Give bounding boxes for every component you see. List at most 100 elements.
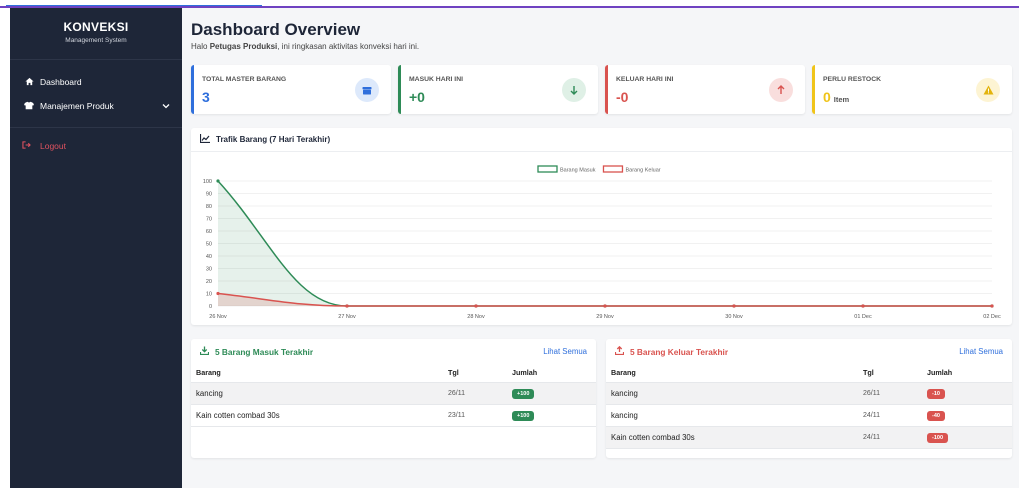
y-tick-label: 90 — [206, 192, 212, 198]
chevron-down-icon[interactable] — [162, 101, 170, 111]
stat-card-total-master-barang: TOTAL MASTER BARANG 3 — [191, 65, 391, 114]
col-jumlah: Jumlah — [507, 364, 596, 383]
table-row: kancing 26/11 -10 — [606, 382, 1012, 405]
cell-jumlah: +100 — [507, 404, 596, 427]
y-tick-label: 100 — [203, 179, 212, 185]
legend-swatch — [602, 165, 624, 173]
cell-barang: kancing — [606, 382, 858, 405]
legend-label: Barang Masuk — [560, 168, 596, 174]
col-jumlah: Jumlah — [922, 364, 1012, 383]
table-header-row: Barang Tgl Jumlah — [191, 364, 596, 383]
cell-jumlah: +100 — [507, 382, 596, 405]
cell-barang: Kain cotten combad 30s — [191, 404, 443, 427]
sidebar-nav: Dashboard Manajemen Produk — [10, 60, 182, 128]
keluar-table-header: 5 Barang Keluar Terakhir Lihat Semua — [606, 339, 1012, 364]
table-row: kancing 26/11 +100 — [191, 382, 596, 405]
keluar-table-title: 5 Barang Keluar Terakhir — [630, 346, 729, 357]
col-tgl: Tgl — [443, 364, 507, 383]
stat-unit: Item — [833, 95, 850, 104]
cell-tgl: 24/11 — [858, 404, 922, 427]
greeting-prefix: Halo — [191, 42, 208, 51]
x-tick-label: 26 Nov — [209, 314, 227, 320]
brand-title: KONVEKSI — [63, 20, 129, 34]
table-row: kancing 24/11 -40 — [606, 404, 1012, 427]
cell-jumlah: -100 — [922, 426, 1012, 449]
main-content: Dashboard Overview Halo Petugas Produksi… — [182, 8, 1019, 488]
sidebar-item-manajemen-produk[interactable]: Manajemen Produk — [10, 94, 182, 118]
logout-button[interactable]: Logout — [10, 134, 182, 158]
chart-line-icon — [199, 134, 210, 145]
cell-jumlah: -10 — [922, 382, 1012, 405]
x-tick-label: 28 Nov — [467, 314, 485, 320]
data-point — [603, 304, 607, 308]
data-point — [345, 304, 349, 308]
masuk-table-title: 5 Barang Masuk Terakhir — [215, 346, 314, 357]
quantity-badge: -100 — [927, 432, 949, 443]
x-tick-label: 02 Dec — [983, 314, 1001, 320]
page-subtitle: Halo Petugas Produksi, ini ringkasan akt… — [191, 42, 419, 51]
card-accent-bar — [605, 65, 608, 114]
chart-panel: Trafik Barang (7 Hari Terakhir) 0 10 20 30 4… — [191, 128, 1012, 325]
upload-icon — [614, 345, 625, 357]
masuk-view-all-link[interactable]: Lihat Semua — [543, 347, 587, 356]
col-barang: Barang — [191, 364, 443, 383]
stat-label: KELUAR HARI INI — [616, 76, 674, 83]
arrow-down-icon — [562, 78, 586, 102]
greeting-name: Petugas Produksi — [209, 42, 278, 51]
masuk-table-header: 5 Barang Masuk Terakhir Lihat Semua — [191, 339, 596, 364]
cell-tgl: 26/11 — [858, 382, 922, 405]
brand-subtitle: Management System — [65, 37, 127, 44]
brand: KONVEKSI Management System — [10, 8, 182, 60]
stat-label: TOTAL MASTER BARANG — [202, 76, 287, 83]
cell-tgl: 24/11 — [858, 426, 922, 449]
chart-header: Trafik Barang (7 Hari Terakhir) — [191, 128, 1012, 152]
y-tick-label: 50 — [206, 242, 212, 248]
card-accent-bar — [191, 65, 194, 114]
arrow-up-icon — [769, 78, 793, 102]
masuk-table-panel: 5 Barang Masuk Terakhir Lihat Semua Bara… — [191, 339, 596, 458]
sidebar-item-label: Dashboard — [40, 77, 82, 87]
keluar-view-all-link[interactable]: Lihat Semua — [959, 347, 1003, 356]
x-tick-label: 30 Nov — [725, 314, 743, 320]
x-tick-label: 01 Dec — [854, 314, 872, 320]
y-tick-label: 70 — [206, 217, 212, 223]
col-tgl: Tgl — [858, 364, 922, 383]
stat-value: -0 — [616, 89, 629, 105]
cell-tgl: 26/11 — [443, 382, 507, 405]
stat-card-keluar-hari-ini: KELUAR HARI INI -0 — [605, 65, 805, 114]
card-accent-bar — [398, 65, 401, 114]
y-tick-label: 10 — [206, 292, 212, 298]
stat-card-perlu-restock: PERLU RESTOCK 0 Item — [812, 65, 1012, 114]
table-row: Kain cotten combad 30s 23/11 +100 — [191, 404, 596, 427]
shirt-icon — [22, 101, 36, 112]
quantity-badge: +100 — [512, 388, 535, 399]
quantity-badge: +100 — [512, 410, 535, 421]
y-tick-label: 20 — [206, 279, 212, 285]
sidebar-item-label: Manajemen Produk — [40, 101, 114, 111]
download-icon — [199, 346, 210, 357]
x-tick-label: 27 Nov — [338, 314, 356, 320]
cell-barang: kancing — [191, 382, 443, 405]
stat-value-number: 0 — [823, 89, 831, 105]
data-point — [732, 304, 736, 308]
keluar-table: Barang Tgl Jumlah kancing 26/11 -10 kanc… — [606, 364, 1012, 449]
stat-label: PERLU RESTOCK — [823, 76, 882, 83]
page-title: Dashboard Overview — [191, 20, 361, 39]
stat-value: 0 Item — [823, 89, 849, 105]
logout-icon — [22, 141, 36, 151]
data-point — [474, 304, 478, 308]
keluar-table-panel: 5 Barang Keluar Terakhir Lihat Semua Bar… — [606, 339, 1012, 458]
data-point — [216, 291, 220, 296]
greeting-suffix: , ini ringkasan aktivitas konveksi hari … — [277, 42, 420, 51]
quantity-badge: -10 — [927, 388, 945, 399]
cell-jumlah: -40 — [922, 404, 1012, 427]
stat-card-masuk-hari-ini: MASUK HARI INI +0 — [398, 65, 598, 114]
quantity-badge: -40 — [927, 410, 945, 421]
sidebar-item-dashboard[interactable]: Dashboard — [10, 70, 182, 94]
traffic-chart: 0 10 20 30 40 50 60 70 80 90 100 26 Nov 27 Nov 28 Nov… — [203, 165, 1001, 320]
col-barang: Barang — [606, 364, 858, 383]
chart-title: Trafik Barang (7 Hari Terakhir) — [216, 135, 331, 144]
card-accent-bar — [812, 65, 815, 114]
x-tick-label: 29 Nov — [596, 314, 614, 320]
logout-label: Logout — [40, 141, 66, 151]
